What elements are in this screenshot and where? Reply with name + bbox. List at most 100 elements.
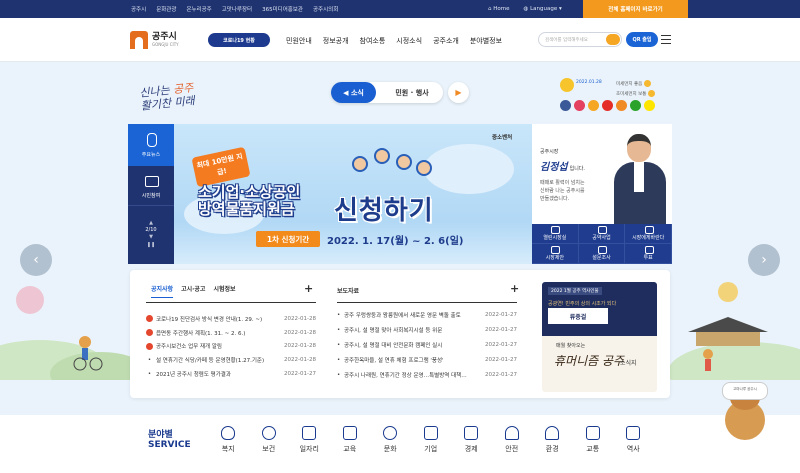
hamburger-menu-icon[interactable] [661,35,671,44]
kakao-story-icon[interactable] [616,100,627,111]
mascot[interactable]: 고마나루 공주시 [720,382,770,440]
service-safety[interactable]: 안전 [492,423,533,454]
service-label: 환경 [545,445,559,453]
ad-small: 매월 찾아오는 [556,343,586,349]
youtube-icon[interactable] [602,100,613,111]
ad-bottom: 매월 찾아오는 휴머니즘 공주 소식지 [542,336,657,392]
service-items: 복지 보건 일자리 교육 문화 기업 경제 안전 환경 교통 역사 [208,423,654,454]
list-item[interactable]: 읍면동 주간행사 계획(1. 31. ~ 2. 6.) 2022-01-28 [146,326,316,340]
mayor-menu-item[interactable]: 공약사업 [578,224,626,244]
logo[interactable]: 공주시 GONGJU CITY [130,31,179,49]
list-item[interactable]: • 공주한옥마을, 설 연휴 체험 프로그램 '풍성' 2022-01-27 [337,352,517,367]
divider [146,302,316,303]
search-icon[interactable] [606,34,620,45]
chevron-down-icon[interactable]: ▼ [128,233,174,241]
press-more-icon[interactable]: + [510,282,519,295]
qr-checkin-button[interactable]: QR 출입 [626,32,658,47]
pause-icon[interactable]: ❚❚ [128,241,174,249]
bullet-icon: • [337,311,341,318]
mayor-name-suffix: 입니다. [569,166,585,172]
notice-date: 2022-01-28 [284,357,316,364]
list-item[interactable]: 코로나19 진단검사 방식 변경 안내(1. 29. ~) 2022-01-28 [146,312,316,326]
blog-icon[interactable] [588,100,599,111]
list-item[interactable]: • 공주시, 설 명절 맞아 사회복지시설 등 위문 2022-01-27 [337,322,517,337]
ultra-fine-dust: 초미세먼지 보통 [616,90,656,97]
sidebar-item-participation[interactable]: 시민참여 [128,166,174,206]
tab-civil-events[interactable]: 민원 · 행사 [381,82,443,103]
press-title[interactable]: 보도자료 [337,286,359,295]
ad-hero-name: 류중걸 [548,308,608,324]
topbar-link[interactable]: 공주시의회 [313,5,338,13]
nav-item[interactable]: 공주소개 [433,36,459,46]
press-item-date: 2022-01-27 [485,356,517,363]
service-jobs[interactable]: 일자리 [289,423,330,454]
mayor-menu-item[interactable]: 설문조사 [578,244,626,264]
tab-announcement[interactable]: 고시·공고 [181,284,205,298]
banner-cta: 신청하기 [334,196,434,226]
notice-date: 2022-01-28 [284,343,316,350]
home-link[interactable]: ⌂ Home [488,6,510,12]
language-select[interactable]: ◍ Language ▾ [524,6,562,12]
list-item[interactable]: 공주시보건소 업무 재개 알림 2022-01-28 [146,340,316,354]
service-label: 일자리 [299,445,319,453]
service-traffic[interactable]: 교통 [573,423,614,454]
service-title: 분야별 SERVICE [148,430,191,450]
tab-news[interactable]: ◀ 소식 [331,82,376,103]
play-button[interactable]: ▶ [448,82,469,103]
service-welfare[interactable]: 복지 [208,423,249,454]
mayor-menu-item[interactable]: 투표 [625,244,672,264]
list-item[interactable]: • 공주 우렁쌍둥과 왕릉원에서 새로운 영문 벽돌 출토 2022-01-27 [337,307,517,322]
news-panel: 공지사항 고시·공고 시험정보 + 코로나19 진단검사 방식 변경 안내(1.… [130,270,670,398]
mayor-menu-item[interactable]: 열린시장실 [532,224,579,244]
service-label: 교통 [586,445,600,453]
instagram-icon[interactable] [574,100,585,111]
mayor-menu-item[interactable]: 시장제안 [532,244,579,264]
logo-sub: GONGJU CITY [152,42,179,47]
service-label: 문화 [383,445,397,453]
covid-status-button[interactable]: 코로나19 현황 [208,33,270,47]
service-culture[interactable]: 문화 [370,423,411,454]
nav-item[interactable]: 시정소식 [396,36,422,46]
chevron-up-icon[interactable]: ▲ [128,219,174,227]
list-item[interactable]: • 공주시 나래원, 연휴기간 정상 운영…특별방역 대책… 2022-01-27 [337,367,517,382]
mayor-menu-item[interactable]: 시장에게바란다 [625,224,672,244]
sidebar-item-main-news[interactable]: 주요뉴스 [128,124,174,166]
all-sites-button[interactable]: 전체 홈페이지 바로가기 [583,0,688,18]
service-history[interactable]: 역사 [613,423,654,454]
notice-title: 공주시보건소 업무 재개 알림 [156,344,222,351]
kakao-talk-icon[interactable] [644,100,655,111]
notice-date: 2022-01-28 [284,315,316,322]
service-environment[interactable]: 환경 [532,423,573,454]
list-item[interactable]: • 공주시, 설 명절 대비 안전문화 캠페인 실시 2022-01-27 [337,337,517,352]
list-item[interactable]: • 설 연휴기간 식당/카페 등 운영현황(1.27.기준) 2022-01-28 [146,353,316,367]
mayor-intro[interactable]: 공주시장 김정섭 입니다. 때때로 활력이 넘치는 신바람 나는 공주시를 만들겠… [532,124,672,224]
nav-item[interactable]: 정보공개 [323,36,349,46]
notice-more-icon[interactable]: + [304,282,313,295]
medical-cross-icon [261,426,276,440]
weather-date: 2022.01.28 [576,80,602,85]
band-icon[interactable] [630,100,641,111]
list-item[interactable]: • 2021년 공주시 청렴도 평가결과 2022-01-27 [146,367,316,381]
topbar-link[interactable]: 공주시 [131,5,146,13]
facebook-icon[interactable] [560,100,571,111]
tab-exam-info[interactable]: 시험정보 [213,284,235,298]
topbar-link[interactable]: 온누리공주 [186,5,211,13]
main-banner[interactable]: 최대 10만원 지급! 중소벤처 소기업·소상공인 방역물품지원금 신청하기 1… [174,124,532,264]
topbar-link[interactable]: 문화관광 [156,5,176,13]
nav-item[interactable]: 민원안내 [286,36,312,46]
promo-ad-card[interactable]: 2022 1월 공주 역사인물 공광연! 빈주의 상의 시조가 되다 류중걸 매… [542,282,657,392]
megaphone-icon: ◀ [343,88,351,97]
service-education[interactable]: 교육 [330,423,371,454]
nav-item[interactable]: 분야별정보 [470,36,502,46]
tab-notice[interactable]: 공지사항 [151,284,174,298]
service-label: 역사 [626,445,640,453]
service-title-en: SERVICE [148,440,191,450]
agency-logo: 중소벤처 [492,135,513,141]
topbar-link[interactable]: 고맛나루장터 [222,5,252,13]
search-input[interactable]: 검색어를 입력해주세요 [538,32,622,47]
service-economy[interactable]: 경제 [451,423,492,454]
nav-item[interactable]: 참여소통 [360,36,386,46]
service-business[interactable]: 기업 [411,423,452,454]
topbar-link[interactable]: 365미디어홍보관 [262,5,303,13]
service-health[interactable]: 보건 [249,423,290,454]
